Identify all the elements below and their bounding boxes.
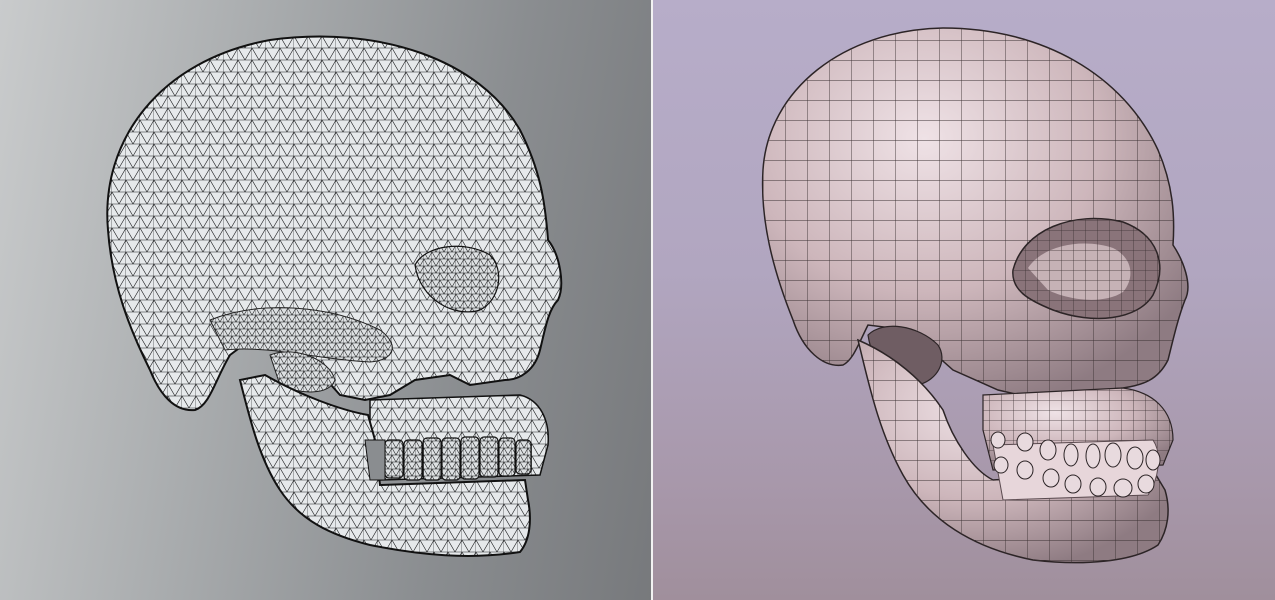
triangle-skull-render	[106, 35, 563, 557]
triangle-mesh-panel	[0, 0, 653, 600]
cranium-quad-grid	[762, 28, 1188, 398]
comparison-stage	[0, 0, 1275, 600]
quad-mesh-panel	[653, 0, 1275, 600]
upper-teeth-wireframe	[384, 436, 532, 481]
quad-skull-render	[761, 27, 1189, 564]
